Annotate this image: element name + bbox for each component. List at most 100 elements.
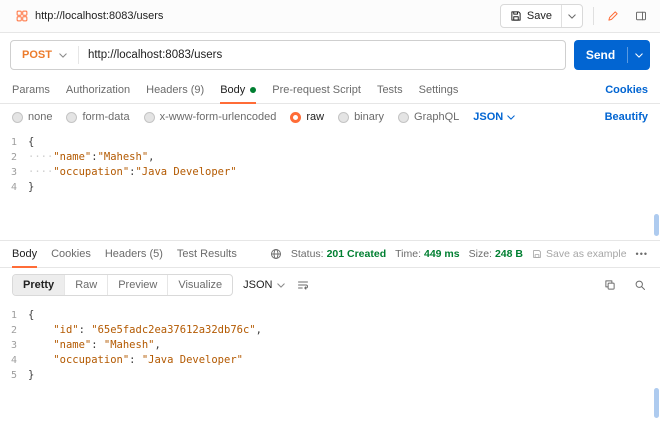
response-tab-cookies[interactable]: Cookies [51, 241, 91, 267]
response-toolbar-actions [602, 277, 648, 293]
body-type-graphql[interactable]: GraphQL [398, 111, 459, 123]
comments-button[interactable] [632, 7, 650, 25]
radio-label: x-www-form-urlencoded [159, 111, 277, 123]
pencil-icon [607, 10, 619, 22]
time-badge[interactable]: Time: 449 ms [395, 248, 460, 260]
response-tab-headers[interactable]: Headers (5) [105, 241, 163, 267]
url-input[interactable] [87, 49, 565, 61]
radio-icon [398, 111, 410, 123]
radio-label: raw [306, 111, 325, 123]
response-view-switch: Pretty Raw Preview Visualize [12, 274, 234, 296]
tab-headers[interactable]: Headers (9) [146, 77, 204, 103]
save-as-example-button[interactable]: Save as example [532, 248, 627, 260]
scrollbar-thumb[interactable] [654, 214, 659, 236]
send-button-label: Send [585, 48, 616, 62]
code-text: "id": "65e5fadc2ea37612a32db76c", [28, 323, 262, 338]
code-token: "name" [53, 151, 92, 163]
tab-settings[interactable]: Settings [419, 77, 459, 103]
tab-tests[interactable]: Tests [377, 77, 403, 103]
save-icon [510, 10, 522, 22]
request-tab[interactable]: http://localhost:8083/users [10, 0, 169, 32]
radio-icon [338, 111, 350, 123]
code-text: ····"occupation":"Java Developer" [28, 165, 237, 180]
tab-body[interactable]: Body [220, 77, 257, 104]
view-visualize[interactable]: Visualize [168, 275, 232, 295]
send-button[interactable]: Send [574, 40, 650, 70]
size-badge[interactable]: Size: 248 B [469, 248, 523, 260]
save-button-label: Save [526, 10, 552, 22]
line-number: 4 [10, 182, 17, 193]
response-tab-body[interactable]: Body [12, 241, 38, 268]
code-token: "Java Developer" [141, 354, 243, 366]
request-bar: POST Send [0, 33, 660, 77]
code-line: 2 ····"name":"Mahesh", [0, 150, 660, 165]
comments-panel-icon [635, 10, 647, 22]
tab-params[interactable]: Params [12, 77, 50, 103]
body-type-none[interactable]: none [12, 111, 52, 123]
code-token: { [28, 309, 35, 321]
code-text: } [28, 180, 34, 195]
status-badge[interactable]: Status: 201 Created [291, 248, 386, 260]
send-options-button[interactable] [628, 52, 650, 58]
wrap-text-button[interactable] [295, 277, 311, 293]
code-token: : [91, 339, 104, 351]
language-selector[interactable]: JSON [473, 111, 515, 123]
copy-button[interactable] [602, 277, 618, 293]
save-button-group: Save [499, 4, 583, 28]
method-selector[interactable]: POST [11, 41, 78, 69]
tab-authorization[interactable]: Authorization [66, 77, 130, 103]
code-token: "Mahesh" [103, 339, 155, 351]
size-label: Size: [468, 248, 492, 260]
divider [77, 46, 79, 64]
scrollbar-thumb[interactable] [654, 388, 659, 418]
chevron-down-icon [568, 13, 576, 19]
body-type-binary[interactable]: binary [338, 111, 384, 123]
search-button[interactable] [632, 277, 648, 293]
cookies-link[interactable]: Cookies [605, 84, 648, 96]
response-tab-test-results[interactable]: Test Results [177, 241, 237, 267]
save-options-button[interactable] [561, 5, 582, 27]
code-text: { [28, 308, 34, 323]
line-number: 5 [10, 370, 17, 381]
code-token: "65e5fadc2ea37612a32db76c" [91, 324, 256, 336]
request-grid-icon [16, 10, 28, 22]
code-line: 1{ [0, 135, 660, 150]
save-button[interactable]: Save [501, 5, 561, 27]
code-token: , [148, 151, 155, 163]
topbar: http://localhost:8083/users Save [0, 0, 660, 33]
code-text: ····"name":"Mahesh", [28, 150, 154, 165]
radio-icon [143, 111, 155, 123]
chevron-down-icon [59, 52, 67, 58]
network-globe-icon[interactable] [270, 248, 282, 260]
code-token: : [78, 324, 92, 336]
language-label: JSON [473, 111, 504, 123]
code-text: { [28, 135, 34, 150]
line-number: 3 [10, 340, 17, 351]
tab-pre-request-script[interactable]: Pre-request Script [272, 77, 361, 103]
view-preview[interactable]: Preview [108, 275, 169, 295]
radio-label: form-data [82, 111, 130, 123]
response-language-selector[interactable]: JSON [243, 279, 285, 291]
edit-button[interactable] [604, 7, 622, 25]
response-meta: Status: 201 Created Time: 449 ms Size: 2… [270, 248, 648, 260]
request-body-editor[interactable]: 1{2 ····"name":"Mahesh", 3 ····"occupation"… [0, 130, 660, 240]
search-icon [634, 279, 646, 291]
code-token: , [255, 324, 262, 336]
beautify-link[interactable]: Beautify [605, 111, 648, 123]
line-number: 4 [10, 355, 17, 366]
body-type-form-data[interactable]: form-data [66, 111, 130, 123]
body-type-raw[interactable]: raw [290, 111, 324, 123]
code-token: "occupation" [53, 166, 130, 178]
response-body-editor[interactable]: 1{2 "id": "65e5fadc2ea37612a32db76c", 3 "… [0, 302, 660, 423]
view-pretty[interactable]: Pretty [13, 275, 66, 295]
more-options-button[interactable]: ••• [636, 249, 648, 259]
time-label: Time: [395, 248, 421, 260]
body-type-x-www-form-urlencoded[interactable]: x-www-form-urlencoded [143, 111, 277, 123]
request-tabs: Params Authorization Headers (9) Body Pr… [0, 77, 660, 104]
status-value: 201 Created [326, 248, 387, 260]
code-text: "name": "Mahesh", [28, 338, 161, 353]
code-token: ···· [28, 166, 54, 178]
view-raw[interactable]: Raw [65, 275, 109, 295]
